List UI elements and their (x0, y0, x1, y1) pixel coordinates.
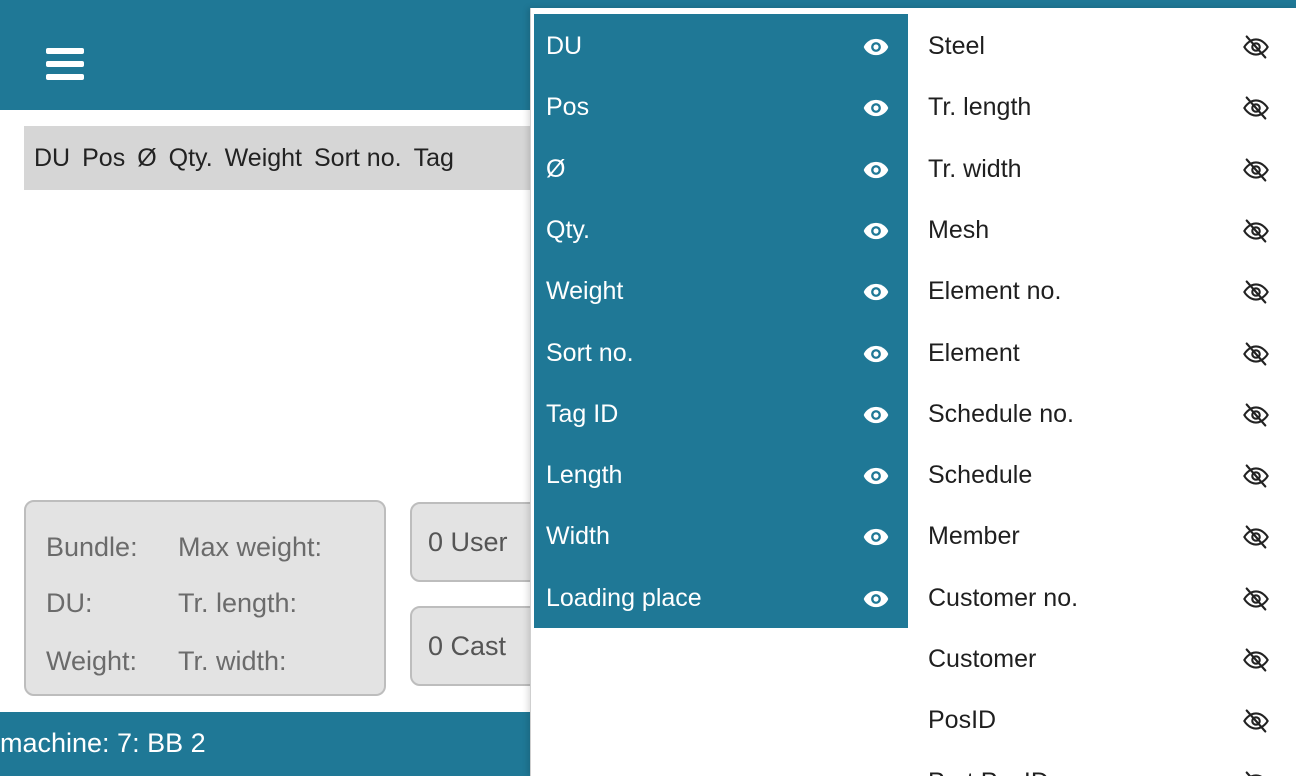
menu-icon[interactable] (46, 48, 84, 80)
hidden-column-item-schedule-no[interactable]: Schedule no. (908, 384, 1296, 445)
visible-column-item-loading-place[interactable]: Loading place (534, 568, 908, 629)
eye-off-icon[interactable] (1242, 462, 1270, 490)
visible-column-item-pos[interactable]: Pos (534, 77, 908, 138)
info-line-weight: Weight: Tr. width: (46, 646, 287, 677)
column-item-label: DU (546, 32, 583, 60)
column-header-diameter[interactable]: Ø (137, 144, 156, 173)
column-item-label: Steel (928, 32, 985, 60)
column-item-label: Part PosID (928, 768, 1049, 776)
info-value: Tr. length: (178, 588, 298, 618)
info-value: Max weight: (178, 532, 323, 562)
eye-off-icon[interactable] (1242, 217, 1270, 245)
hidden-column-item-element-no[interactable]: Element no. (908, 261, 1296, 322)
eye-icon[interactable] (862, 94, 890, 122)
hidden-column-item-part-posid[interactable]: Part PosID (908, 752, 1296, 776)
eye-icon[interactable] (862, 340, 890, 368)
column-item-label: Pos (546, 93, 590, 122)
eye-icon[interactable] (862, 401, 890, 429)
eye-icon[interactable] (862, 217, 890, 245)
info-line-du: DU: Tr. length: (46, 588, 297, 619)
column-header-sort-no[interactable]: Sort no. (314, 144, 402, 173)
hidden-column-item-schedule[interactable]: Schedule (908, 445, 1296, 506)
hidden-column-item-member[interactable]: Member (908, 506, 1296, 567)
eye-off-icon[interactable] (1242, 769, 1270, 776)
column-item-label: PosID (928, 706, 997, 735)
column-item-label: Sort no. (546, 338, 634, 367)
info-key: Weight: (46, 646, 138, 676)
machine-label: machine: 7: BB 2 (0, 728, 206, 758)
column-header-qty[interactable]: Qty. (169, 144, 213, 173)
eye-off-icon[interactable] (1242, 585, 1270, 613)
column-item-label: Length (546, 461, 623, 490)
eye-icon[interactable] (862, 585, 890, 613)
column-item-label: Schedule no. (928, 399, 1074, 428)
column-header-weight[interactable]: Weight (225, 144, 302, 173)
column-item-label: Weight (546, 277, 624, 306)
visible-column-item-length[interactable]: Length (534, 445, 908, 506)
eye-icon[interactable] (862, 462, 890, 490)
column-item-label: Mesh (928, 215, 990, 244)
hidden-column-item-element[interactable]: Element (908, 323, 1296, 384)
cast-button[interactable]: 0 Cast (410, 606, 550, 686)
info-key: Bundle: (46, 532, 138, 562)
visible-column-item-weight[interactable]: Weight (534, 261, 908, 322)
column-item-label: Width (546, 522, 610, 551)
info-value: Tr. width: (178, 646, 287, 676)
column-header-pos[interactable]: Pos (82, 144, 125, 173)
visible-column-item-qty[interactable]: Qty. (534, 200, 908, 261)
eye-off-icon[interactable] (1242, 401, 1270, 429)
eye-off-icon[interactable] (1242, 94, 1270, 122)
column-item-label: Element no. (928, 277, 1062, 306)
column-item-label: Element (928, 338, 1020, 367)
visible-column-item-sort-no[interactable]: Sort no. (534, 323, 908, 384)
hidden-column-item-tr-width[interactable]: Tr. width (908, 139, 1296, 200)
column-item-label: Qty. (546, 215, 590, 244)
column-item-label: Tr. length (928, 93, 1032, 122)
hidden-column-item-customer[interactable]: Customer (908, 629, 1296, 690)
eye-off-icon[interactable] (1242, 523, 1270, 551)
eye-icon[interactable] (862, 278, 890, 306)
hidden-column-item-steel[interactable]: Steel (908, 16, 1296, 77)
info-key: DU: (46, 588, 93, 618)
eye-icon[interactable] (862, 523, 890, 551)
hidden-column-item-customer-no[interactable]: Customer no. (908, 568, 1296, 629)
visible-column-item-du[interactable]: DU (534, 16, 908, 77)
column-item-label: Tag ID (546, 399, 619, 428)
column-item-label: Ø (546, 154, 566, 183)
hidden-column-item-mesh[interactable]: Mesh (908, 200, 1296, 261)
column-item-label: Loading place (546, 583, 702, 612)
eye-off-icon[interactable] (1242, 33, 1270, 61)
eye-off-icon[interactable] (1242, 340, 1270, 368)
eye-off-icon[interactable] (1242, 707, 1270, 735)
visible-column-item-tag-id[interactable]: Tag ID (534, 384, 908, 445)
column-header-du[interactable]: DU (34, 144, 70, 173)
eye-icon[interactable] (862, 33, 890, 61)
eye-off-icon[interactable] (1242, 278, 1270, 306)
hidden-column-item-posid[interactable]: PosID (908, 690, 1296, 751)
eye-off-icon[interactable] (1242, 646, 1270, 674)
visible-column-item-diameter[interactable]: Ø (534, 139, 908, 200)
column-item-label: Member (928, 522, 1020, 551)
column-header-tag[interactable]: Tag (414, 144, 454, 173)
eye-off-icon[interactable] (1242, 156, 1270, 184)
table-header-row: DU Pos Ø Qty. Weight Sort no. Tag (24, 126, 544, 190)
column-item-label: Tr. width (928, 154, 1022, 183)
column-item-label: Customer (928, 645, 1037, 673)
eye-icon[interactable] (862, 156, 890, 184)
visible-column-item-width[interactable]: Width (534, 506, 908, 567)
column-item-label: Customer no. (928, 583, 1079, 612)
info-line-bundle: Bundle: Max weight: (46, 532, 322, 563)
bundle-info-panel: Bundle: Max weight: DU: Tr. length: Weight… (24, 500, 386, 696)
users-button[interactable]: 0 User (410, 502, 550, 582)
column-item-label: Schedule (928, 461, 1033, 490)
hidden-column-item-tr-length[interactable]: Tr. length (908, 77, 1296, 138)
